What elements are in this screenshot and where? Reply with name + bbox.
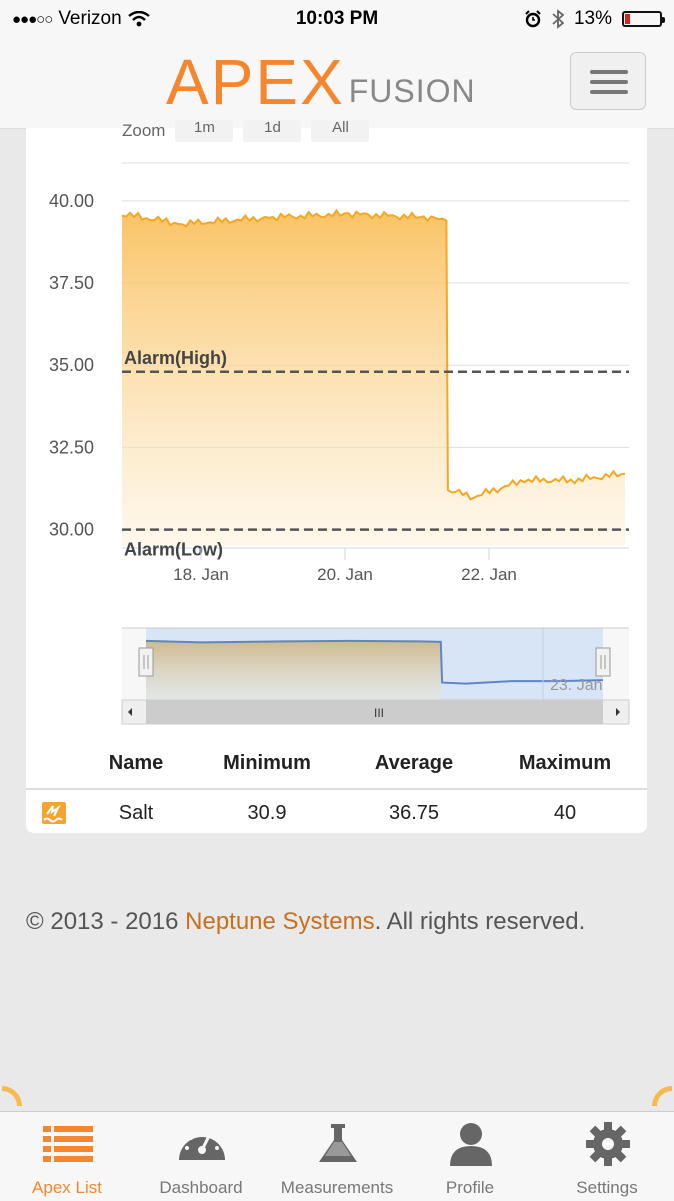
alarm-icon xyxy=(525,10,541,28)
x-tick-label: 20. Jan xyxy=(317,565,373,584)
salt-series-area xyxy=(122,210,625,546)
tab-label: Profile xyxy=(445,1178,495,1197)
user-icon xyxy=(450,1123,492,1166)
bluetooth-icon xyxy=(552,9,564,29)
navigator-right-handle[interactable] xyxy=(595,647,611,677)
x-tick-label: 22. Jan xyxy=(461,565,517,584)
row-name: Salt xyxy=(118,802,154,824)
x-tick-label: 18. Jan xyxy=(173,565,229,584)
status-bar: ●●●○○ Verizon 10:03 PM 13% xyxy=(0,0,674,40)
rights-text: . All rights reserved. xyxy=(374,908,586,935)
logo-fusion: FUSION xyxy=(348,73,476,109)
app-header: APEX FUSION xyxy=(0,40,674,129)
navigator-area xyxy=(146,640,441,700)
y-tick-label: 37.50 xyxy=(49,273,94,293)
y-tick-label: 40.00 xyxy=(49,191,94,211)
row-maximum: 40 xyxy=(553,802,577,824)
hamburger-line xyxy=(590,80,628,84)
battery-percent: 13% xyxy=(573,8,612,29)
measurement-card: Zoom 1m 1d All 40.00 37.50 35.00 32.50 30.00… xyxy=(26,120,647,835)
tab-profile[interactable]: Profile xyxy=(403,1112,537,1201)
stats-table-header: Name Minimum Average Maximum xyxy=(26,742,647,786)
table-row[interactable]: Salt 30.9 36.75 40 xyxy=(26,788,647,835)
tab-bar: Apex List Dashboard Measurements Profile xyxy=(0,1111,674,1201)
col-minimum: Minimum xyxy=(223,752,311,774)
salt-icon xyxy=(42,802,66,824)
navigator-left-handle[interactable] xyxy=(138,647,154,677)
navigator[interactable]: 23. Jan III xyxy=(121,627,630,725)
col-average: Average xyxy=(374,752,454,774)
col-maximum: Maximum xyxy=(518,752,612,774)
tab-apex-list[interactable]: Apex List xyxy=(0,1112,134,1201)
tab-dashboard[interactable]: Dashboard xyxy=(134,1112,268,1201)
gauge-icon xyxy=(179,1130,225,1160)
tab-label: Apex List xyxy=(32,1178,102,1197)
neptune-link[interactable]: Neptune Systems xyxy=(185,908,374,935)
tab-label: Measurements xyxy=(280,1178,394,1197)
scrollbar-grip-icon: III xyxy=(374,706,384,720)
logo-apex: APEX xyxy=(166,46,345,118)
battery-icon xyxy=(622,11,665,27)
y-tick-label: 32.50 xyxy=(49,437,94,457)
tab-measurements[interactable]: Measurements xyxy=(270,1112,404,1201)
y-tick-label: 35.00 xyxy=(49,355,94,375)
apex-fusion-logo[interactable]: APEX FUSION xyxy=(166,50,476,114)
tab-label: Settings xyxy=(576,1178,638,1197)
alarm-label: Alarm(High) xyxy=(124,348,227,368)
hamburger-icon xyxy=(590,70,628,74)
row-minimum: 30.9 xyxy=(247,802,287,824)
hamburger-line xyxy=(590,90,628,94)
tab-settings[interactable]: Settings xyxy=(540,1112,674,1201)
col-name: Name xyxy=(108,752,164,774)
y-tick-label: 30.00 xyxy=(49,520,94,540)
salt-chart[interactable]: 40.00 37.50 35.00 32.50 30.00 Alarm(High) Ala… xyxy=(26,128,647,738)
tab-label: Dashboard xyxy=(159,1178,243,1197)
list-icon xyxy=(43,1126,93,1162)
gear-icon xyxy=(586,1122,630,1166)
flask-icon xyxy=(319,1124,357,1162)
menu-button[interactable] xyxy=(570,52,646,110)
copyright-text: © 2013 - 2016 xyxy=(26,908,186,935)
copyright-footer: © 2013 - 2016 Neptune Systems. All right… xyxy=(26,908,585,936)
row-average: 36.75 xyxy=(388,802,440,824)
alarm-label: Alarm(Low) xyxy=(124,540,223,560)
navigator-date-label: 23. Jan xyxy=(550,677,602,694)
